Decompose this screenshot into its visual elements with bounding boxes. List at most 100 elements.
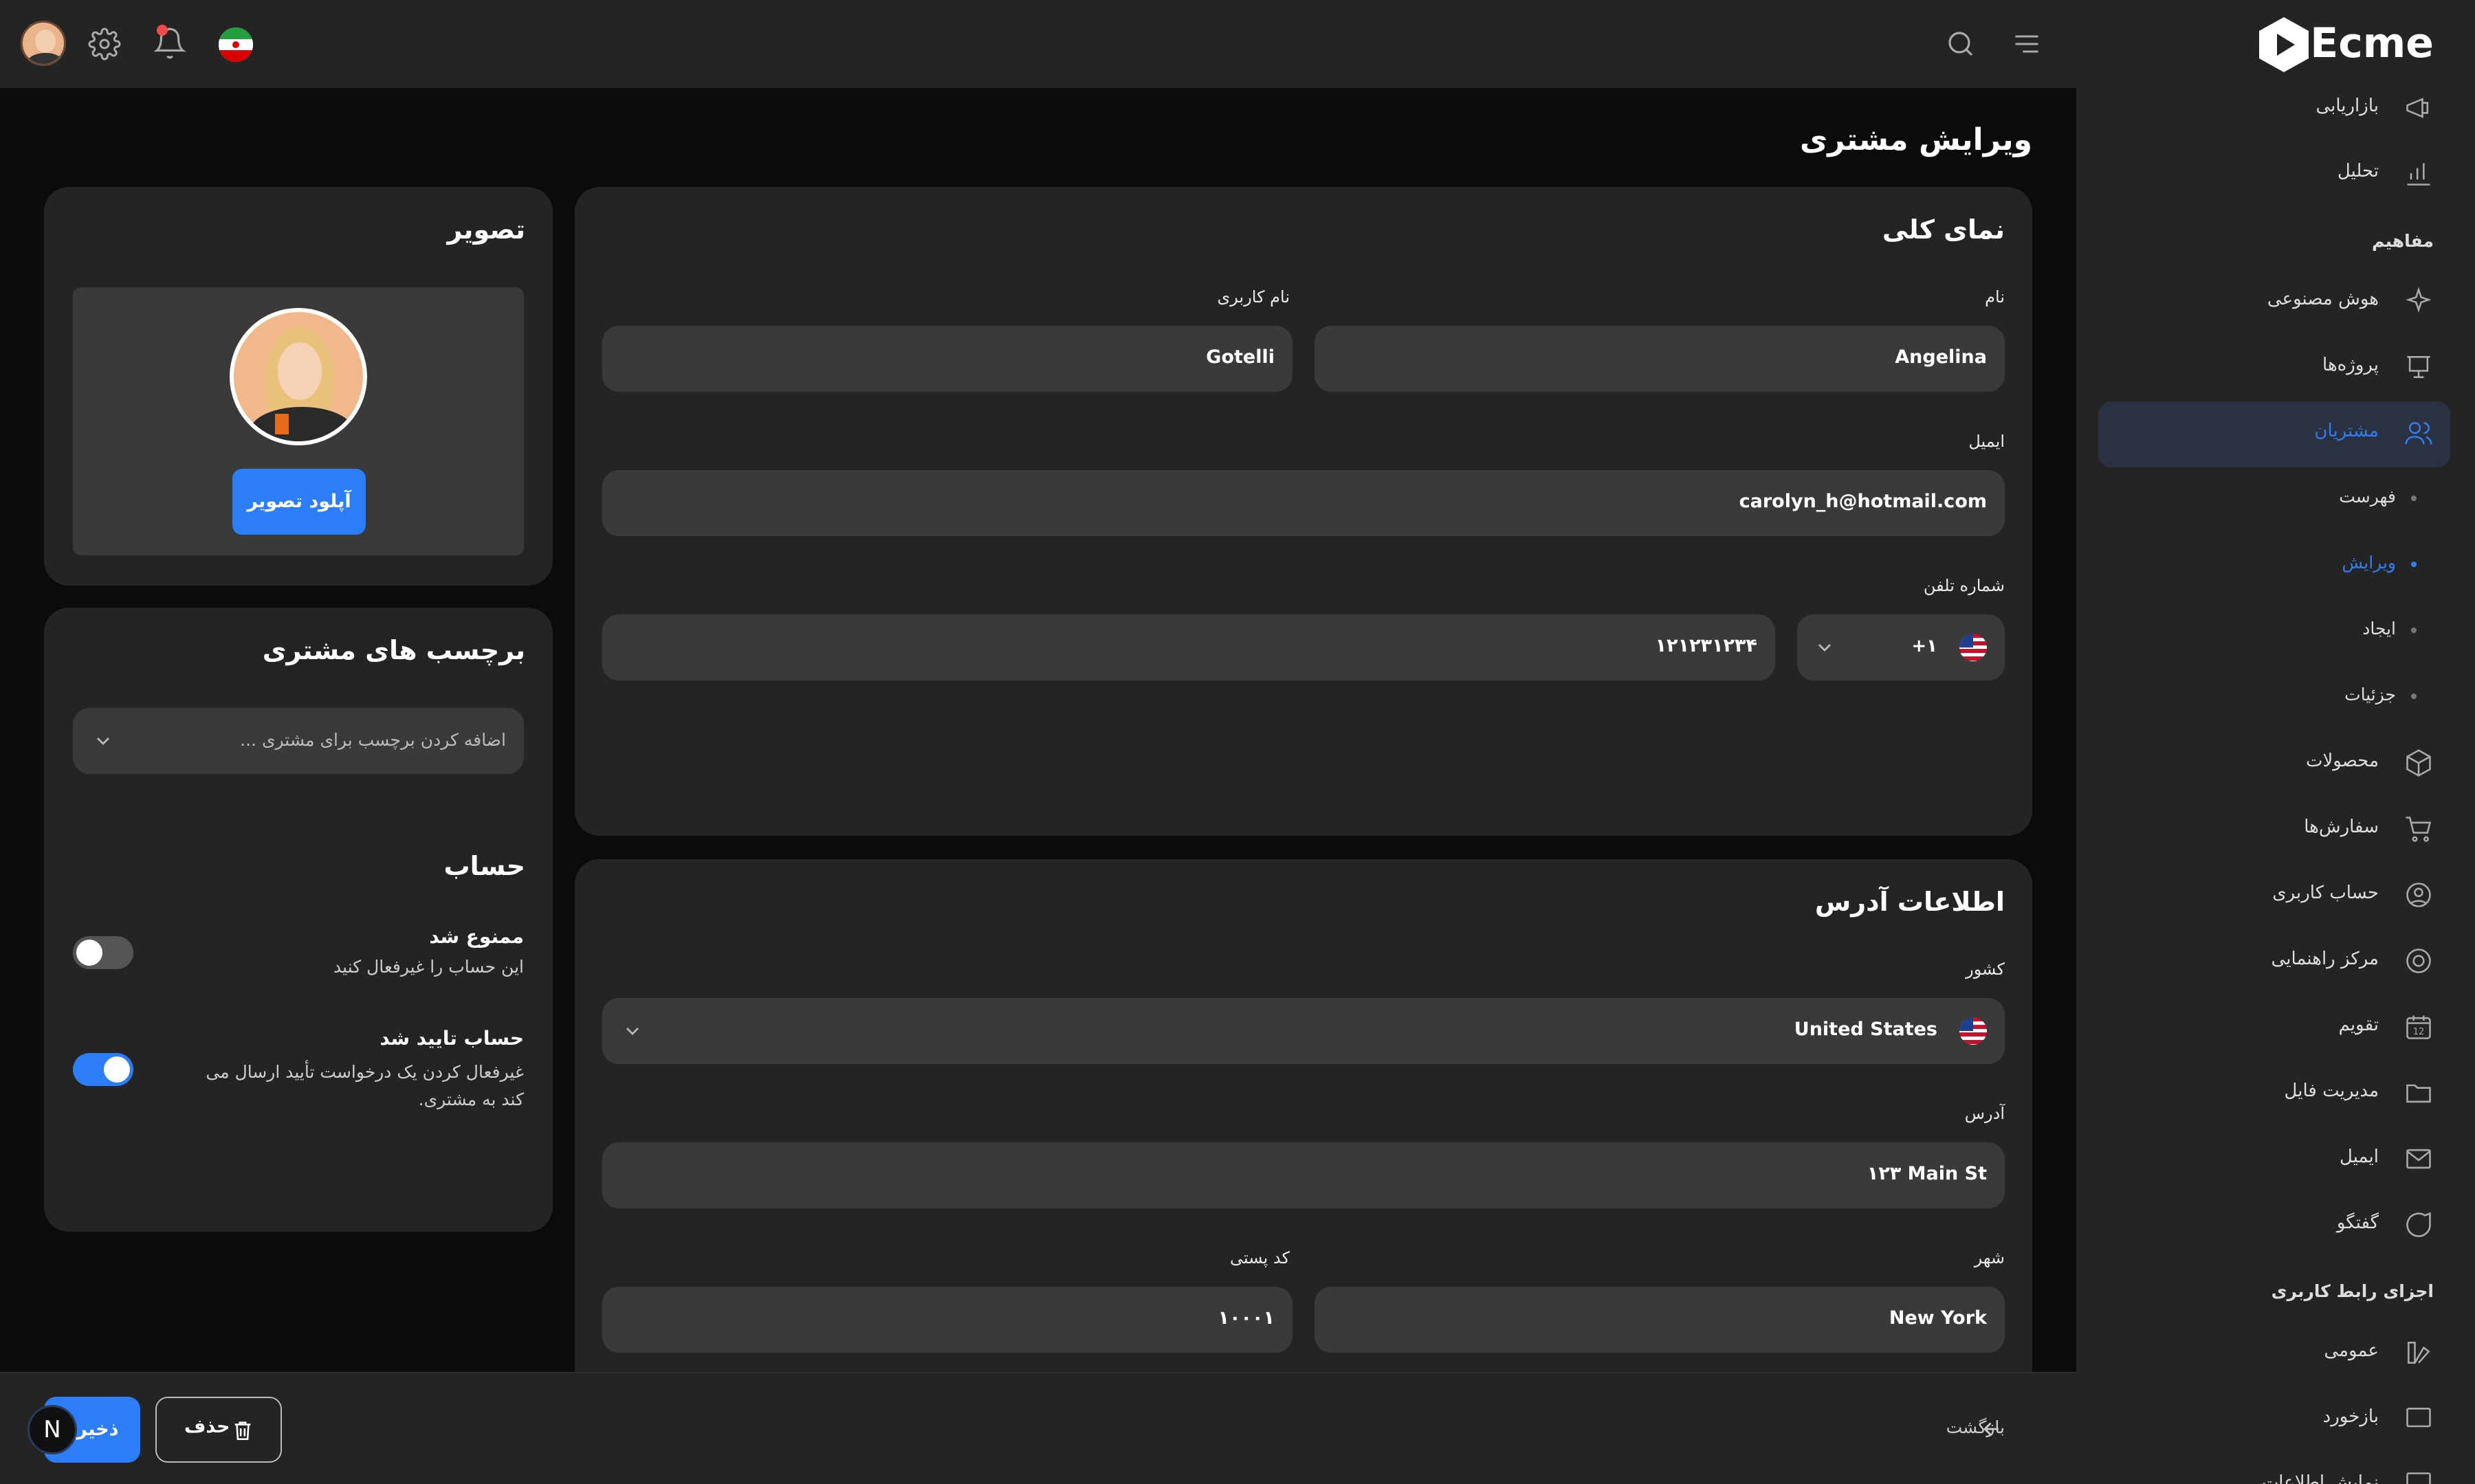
- megaphone-icon: [2406, 98, 2429, 118]
- brand-name: Ecme: [2310, 19, 2434, 67]
- sidebar-subitem-details[interactable]: جزئیات: [2344, 685, 2396, 705]
- sidebar-item-chat[interactable]: گفتگو: [2104, 1210, 2434, 1237]
- address-input[interactable]: ۱۲۳ Main St: [602, 1142, 2005, 1208]
- phone-input[interactable]: ۱۲۱۲۳۱۲۳۴: [602, 614, 1775, 680]
- search-icon[interactable]: [1944, 27, 1977, 60]
- svg-text:12: 12: [2413, 1027, 2424, 1037]
- upload-image-button[interactable]: آپلود تصویر: [232, 469, 366, 535]
- us-flag-icon: [1959, 634, 1987, 661]
- trash-icon: [234, 1421, 251, 1441]
- chart-bar-icon: [2407, 163, 2430, 186]
- sidebar-item-calendar[interactable]: 12 تقویم: [2104, 1012, 2434, 1039]
- bullet: [2411, 628, 2417, 633]
- logo-icon: [2259, 17, 2309, 72]
- account-card: حساب ممنوع شد این حساب را غیرفعال کنید ح…: [44, 823, 553, 1232]
- first-name-input[interactable]: Angelina: [1314, 326, 2005, 392]
- verified-title: حساب تایید شد: [380, 1027, 524, 1050]
- swatch-icon: [2408, 1342, 2430, 1364]
- upload-area: آپلود تصویر: [73, 287, 524, 555]
- chevron-down-icon: [97, 738, 109, 745]
- main-content: ویرایش مشتری نمای کلی نام Angelina نام ک…: [0, 88, 2076, 1420]
- avatar[interactable]: [21, 21, 66, 66]
- sidebar: Ecme بازاریابی تحلیل مفاهیم هوش مصنوعی پ…: [2076, 0, 2475, 1484]
- tags-select[interactable]: اضافه کردن برچسب برای مشتری ...: [73, 708, 524, 774]
- sidebar-subitem-list[interactable]: فهرست: [2339, 487, 2396, 507]
- card-title: نمای کلی: [1882, 214, 2005, 245]
- mail-icon: [2406, 1149, 2431, 1169]
- email-label: ایمیل: [1968, 432, 2005, 451]
- bullet: [2411, 562, 2417, 567]
- city-input[interactable]: New York: [1314, 1287, 2005, 1353]
- back-button[interactable]: بازگشت: [1922, 1413, 2005, 1443]
- sidebar-item-customers[interactable]: مشتریان: [2104, 418, 2434, 445]
- menu-icon[interactable]: [2012, 29, 2042, 59]
- email-input[interactable]: carolyn_h@hotmail.com: [602, 470, 2005, 536]
- box-icon: [2406, 749, 2431, 777]
- brand-logo[interactable]: Ecme: [2255, 14, 2434, 76]
- bullet: [2411, 694, 2417, 699]
- username-label: نام کاربری: [1217, 287, 1290, 307]
- sidebar-item-feedback[interactable]: بازخورد: [2104, 1404, 2434, 1431]
- calendar-icon: 12: [2406, 1015, 2431, 1039]
- sidebar-section-concepts: مفاهیم: [2371, 231, 2434, 251]
- sidebar-item-help-center[interactable]: مرکز راهنمایی: [2104, 946, 2434, 973]
- customer-avatar: [230, 308, 367, 445]
- sidebar-item-data-display[interactable]: نمایش اطلاعات: [2104, 1470, 2434, 1484]
- sidebar-item-account[interactable]: حساب کاربری: [2104, 880, 2434, 907]
- card-title: حساب: [443, 851, 525, 881]
- n-badge[interactable]: N: [28, 1405, 77, 1454]
- data-icon: [2406, 1472, 2431, 1484]
- chevron-down-icon: [626, 1028, 639, 1035]
- sidebar-item-analytics[interactable]: تحلیل: [2104, 158, 2434, 186]
- username-input[interactable]: Gotelli: [602, 326, 1292, 392]
- card-title: تصویر: [447, 214, 525, 245]
- sidebar-item-products[interactable]: محصولات: [2104, 748, 2434, 777]
- user-circle-icon: [2406, 883, 2431, 907]
- banned-title: ممنوع شد: [429, 925, 524, 948]
- notification-dot: [157, 25, 168, 36]
- sidebar-item-common[interactable]: عمومی: [2104, 1338, 2434, 1365]
- chevron-down-icon: [1818, 644, 1831, 652]
- country-select[interactable]: United States: [602, 998, 2005, 1064]
- address-card: اطلاعات آدرس کشور United States آدرس ۱۲۳…: [575, 859, 2032, 1420]
- postal-input[interactable]: ۱۰۰۰۱: [602, 1287, 1292, 1353]
- overview-card: نمای کلی نام Angelina نام کاربری Gotelli…: [575, 187, 2032, 836]
- arrow-left-icon: [1983, 1422, 1999, 1436]
- sidebar-subitem-create[interactable]: ایجاد: [2362, 619, 2396, 639]
- banned-toggle[interactable]: [73, 936, 133, 969]
- help-icon: [2406, 949, 2431, 973]
- gear-icon[interactable]: [88, 27, 121, 60]
- presentation-icon: [2407, 356, 2430, 378]
- sidebar-item-email[interactable]: ایمیل: [2104, 1144, 2434, 1171]
- dial-code-select[interactable]: +۱: [1797, 614, 2005, 680]
- folder-icon: [2406, 1084, 2431, 1103]
- top-bar: [0, 0, 2076, 88]
- bullet: [2411, 496, 2417, 501]
- verified-toggle[interactable]: [73, 1053, 133, 1086]
- sidebar-item-orders[interactable]: سفارش‌ها: [2104, 814, 2434, 842]
- first-name-label: نام: [1985, 287, 2005, 307]
- sidebar-item-marketing[interactable]: بازاریابی: [2104, 93, 2434, 120]
- sidebar-item-ai[interactable]: هوش مصنوعی: [2104, 286, 2434, 313]
- card-title: برچسب های مشتری: [262, 635, 525, 665]
- card-title: اطلاعات آدرس: [1814, 887, 2005, 917]
- delete-button[interactable]: حذف: [155, 1397, 282, 1463]
- chat-icon: [2406, 1212, 2431, 1237]
- phone-label: شماره تلفن: [1923, 576, 2005, 595]
- banned-description: این حساب را غیرفعال کنید: [333, 957, 524, 977]
- footer-actions: بازگشت حذف ذخیره N: [0, 1372, 2076, 1484]
- sparkle-icon: [2406, 287, 2432, 313]
- country-label: کشور: [1966, 960, 2005, 979]
- users-icon: [2405, 422, 2432, 445]
- sidebar-subitem-edit[interactable]: ویرایش: [2342, 553, 2396, 573]
- city-label: شهر: [1974, 1248, 2005, 1267]
- cart-icon: [2406, 817, 2432, 842]
- image-card: تصویر آپلود تصویر: [44, 187, 553, 586]
- sidebar-section-ui-components: اجزای رابط کاربری: [2271, 1281, 2434, 1301]
- language-flag-icon[interactable]: [219, 27, 253, 62]
- sidebar-item-projects[interactable]: پروژه‌ها: [2104, 352, 2434, 379]
- verified-description: غیرفعال کردن یک درخواست تأیید ارسال می ک…: [206, 1062, 524, 1109]
- us-flag-icon: [1959, 1017, 1987, 1045]
- address-label: آدرس: [1964, 1104, 2005, 1123]
- sidebar-item-file-manager[interactable]: مدیریت فایل: [2104, 1078, 2434, 1105]
